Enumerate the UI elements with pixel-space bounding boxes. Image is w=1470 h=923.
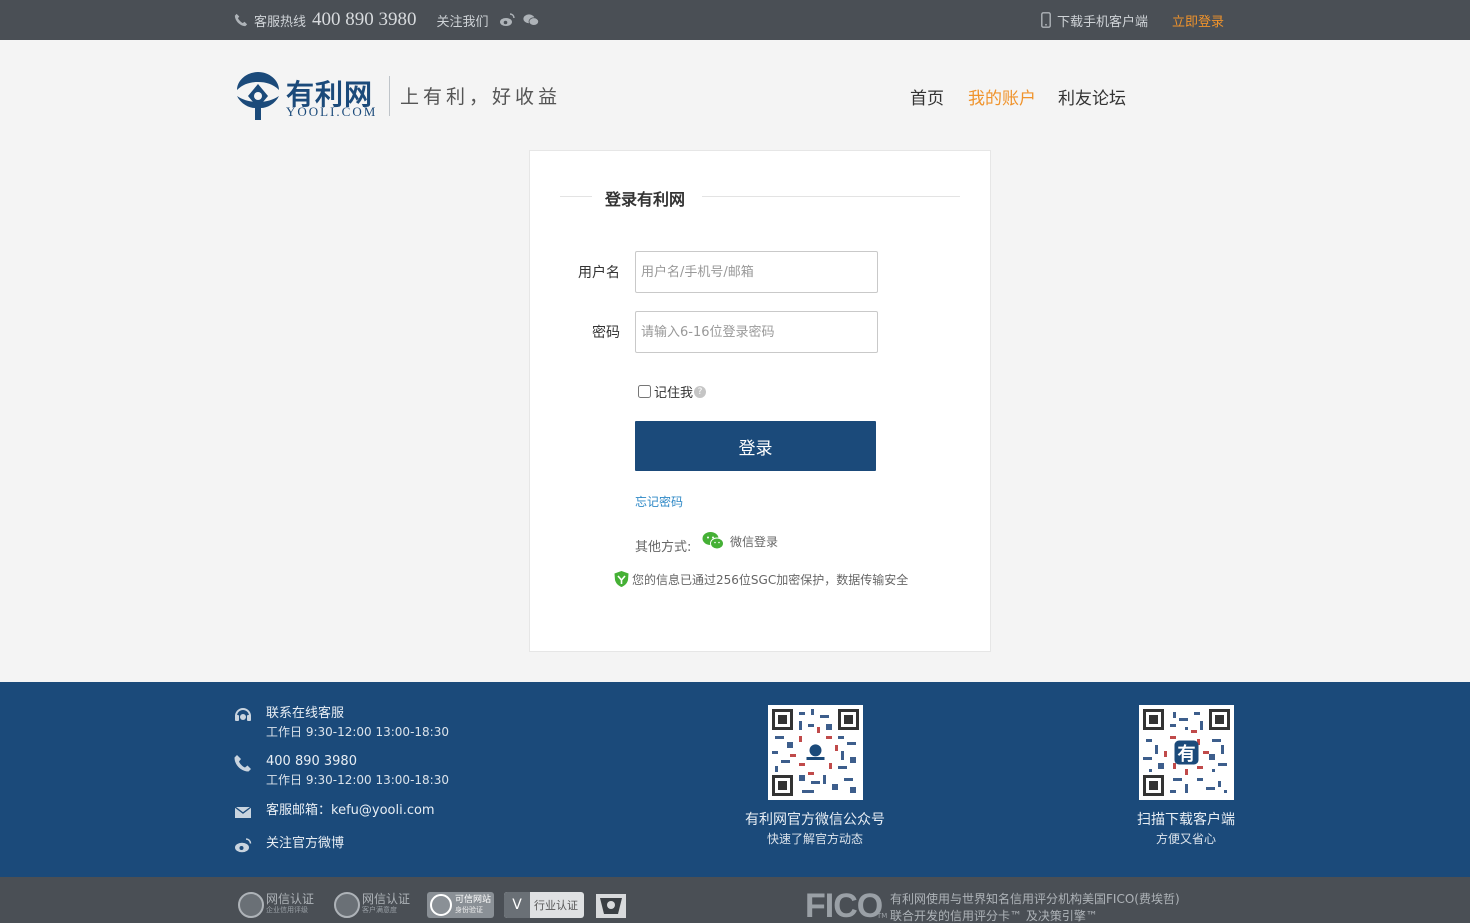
footer-online-service[interactable]: 联系在线客服 工作日 9:30-12:00 13:00-18:30 [234,704,449,742]
badge-industry[interactable]: V 行业认证 [504,892,584,918]
badge-trusted-site-title: 可信网站 [455,895,492,905]
password-input[interactable] [635,311,878,353]
fico-description: 有利网使用与世界知名信用评分机构美国FICO(费埃哲) 联合开发的信用评分卡™ … [890,891,1180,923]
footer-email: 客服邮箱：kefu@yooli.com [234,801,435,821]
security-notice: 您的信息已通过256位SGC加密保护，数据传输安全 [613,570,908,588]
yooli-logo-icon[interactable] [235,70,281,122]
top-bar: 客服热线 400 890 3980 关注我们 下载手机客户端 立即登录 [0,0,1470,40]
wechat-login-button[interactable]: 微信登录 [702,531,778,551]
login-title: 登录有利网 [605,190,686,209]
footer-phone-number: 400 890 3980 [266,754,357,769]
fico-trademark: TM [877,912,888,920]
login-button[interactable]: 登录 [635,421,876,471]
badge-credit-rating-subtitle: 企业信用评级 [266,906,308,914]
online-service-hours: 工作日 9:30-12:00 13:00-18:30 [266,725,449,739]
fico-logo: FICO [805,887,883,923]
shield-check-icon [614,571,629,587]
qr-code-icon [772,709,859,796]
badge-trusted-site-subtitle: 身份验证 [455,906,483,914]
follow-us-label: 关注我们 [436,14,489,30]
brand-domain: YOOLI.COM [286,104,378,119]
certification-bar [0,877,1470,923]
wechat-icon[interactable] [522,12,539,28]
wechat-qr-code [768,705,863,800]
fico-description-line1: 有利网使用与世界知名信用评分机构美国FICO(费埃哲) [890,892,1180,906]
footer-weibo[interactable]: 关注官方微博 [234,834,344,854]
wechat-qr-title: 有利网官方微信公众号 [745,812,885,828]
certificate-seal-icon [334,892,360,918]
app-qr-code: 有 [1139,705,1234,800]
nav-my-account[interactable]: 我的账户 [968,84,1036,109]
certificate-seal-icon [238,892,264,918]
trusted-site-seal-icon [430,894,452,916]
other-methods-label: 其他方式: [635,540,692,555]
badge-credit-rating-title: 网信认证 [266,892,315,906]
weibo-icon [235,838,252,853]
slogan: 上有利，好收益 [400,86,562,108]
badge-industry-title: 行业认证 [534,899,578,912]
help-icon[interactable]: ? [694,385,707,398]
login-now-link[interactable]: 立即登录 [1172,11,1224,30]
badge-satisfaction-subtitle: 客户满意度 [362,906,397,914]
badge-trusted-site[interactable]: 可信网站 身份验证 [427,892,494,918]
remember-me-label: 记住我 [654,386,694,401]
mobile-phone-icon [1041,12,1051,28]
footer-phone: 400 890 3980 工作日 9:30-12:00 13:00-18:30 [234,752,449,790]
brand-divider [389,76,390,116]
online-service-title: 联系在线客服 [266,706,345,721]
footer-phone-hours: 工作日 9:30-12:00 13:00-18:30 [266,773,449,787]
nav-home[interactable]: 首页 [910,84,944,109]
wechat-qr-subtitle: 快速了解官方动态 [766,832,863,846]
badge-satisfaction-title: 网信认证 [362,892,411,906]
remember-me-checkbox[interactable] [638,385,651,398]
footer: 联系在线客服 工作日 9:30-12:00 13:00-18:30 400 89… [0,682,1470,877]
mail-icon [234,806,252,818]
phone-call-icon [234,13,248,27]
title-divider-right [702,196,960,197]
hotline-label: 客服热线 [254,14,307,30]
phone-icon [234,755,251,772]
password-label: 密码 [592,325,620,341]
app-logo-glyph: 有 [1178,743,1196,765]
footer-weibo-text: 关注官方微博 [266,836,345,851]
username-label: 用户名 [578,265,620,281]
app-qr-title: 扫描下载客户端 [1137,812,1235,828]
weibo-icon[interactable] [499,12,515,28]
login-card: 登录有利网 用户名 密码 记住我 ? 登录 忘记密码 其他方式: 微信登录 您的… [529,150,991,652]
forgot-password-link[interactable]: 忘记密码 [635,493,683,510]
fico-description-line2: 联合开发的信用评分卡™ 及决策引擎™ [890,909,1098,923]
hotline-number: 400 890 3980 [312,9,417,30]
title-divider-left [560,196,592,197]
headset-icon [235,708,251,721]
wechat-icon [702,532,724,550]
police-badge-icon[interactable] [594,892,628,920]
app-qr-subtitle: 方便又省心 [1155,832,1216,846]
badge-credit-rating[interactable]: 网信认证 企业信用评级 [238,891,314,919]
wechat-login-label: 微信登录 [730,534,779,549]
verified-v-icon: V [504,892,530,918]
badge-satisfaction[interactable]: 网信认证 客户满意度 [334,891,410,919]
footer-email-text: 客服邮箱：kefu@yooli.com [266,803,435,818]
site-header: 有利网 YOOLI.COM 上有利，好收益 首页 我的账户 利友论坛 [0,40,1470,150]
remember-me[interactable]: 记住我 ? [638,382,707,401]
qr-code-icon: 有 [1143,709,1230,796]
security-text: 您的信息已通过256位SGC加密保护，数据传输安全 [632,572,909,587]
username-input[interactable] [635,251,878,293]
nav-forum[interactable]: 利友论坛 [1058,84,1126,109]
download-app-link[interactable]: 下载手机客户端 [1057,11,1148,30]
